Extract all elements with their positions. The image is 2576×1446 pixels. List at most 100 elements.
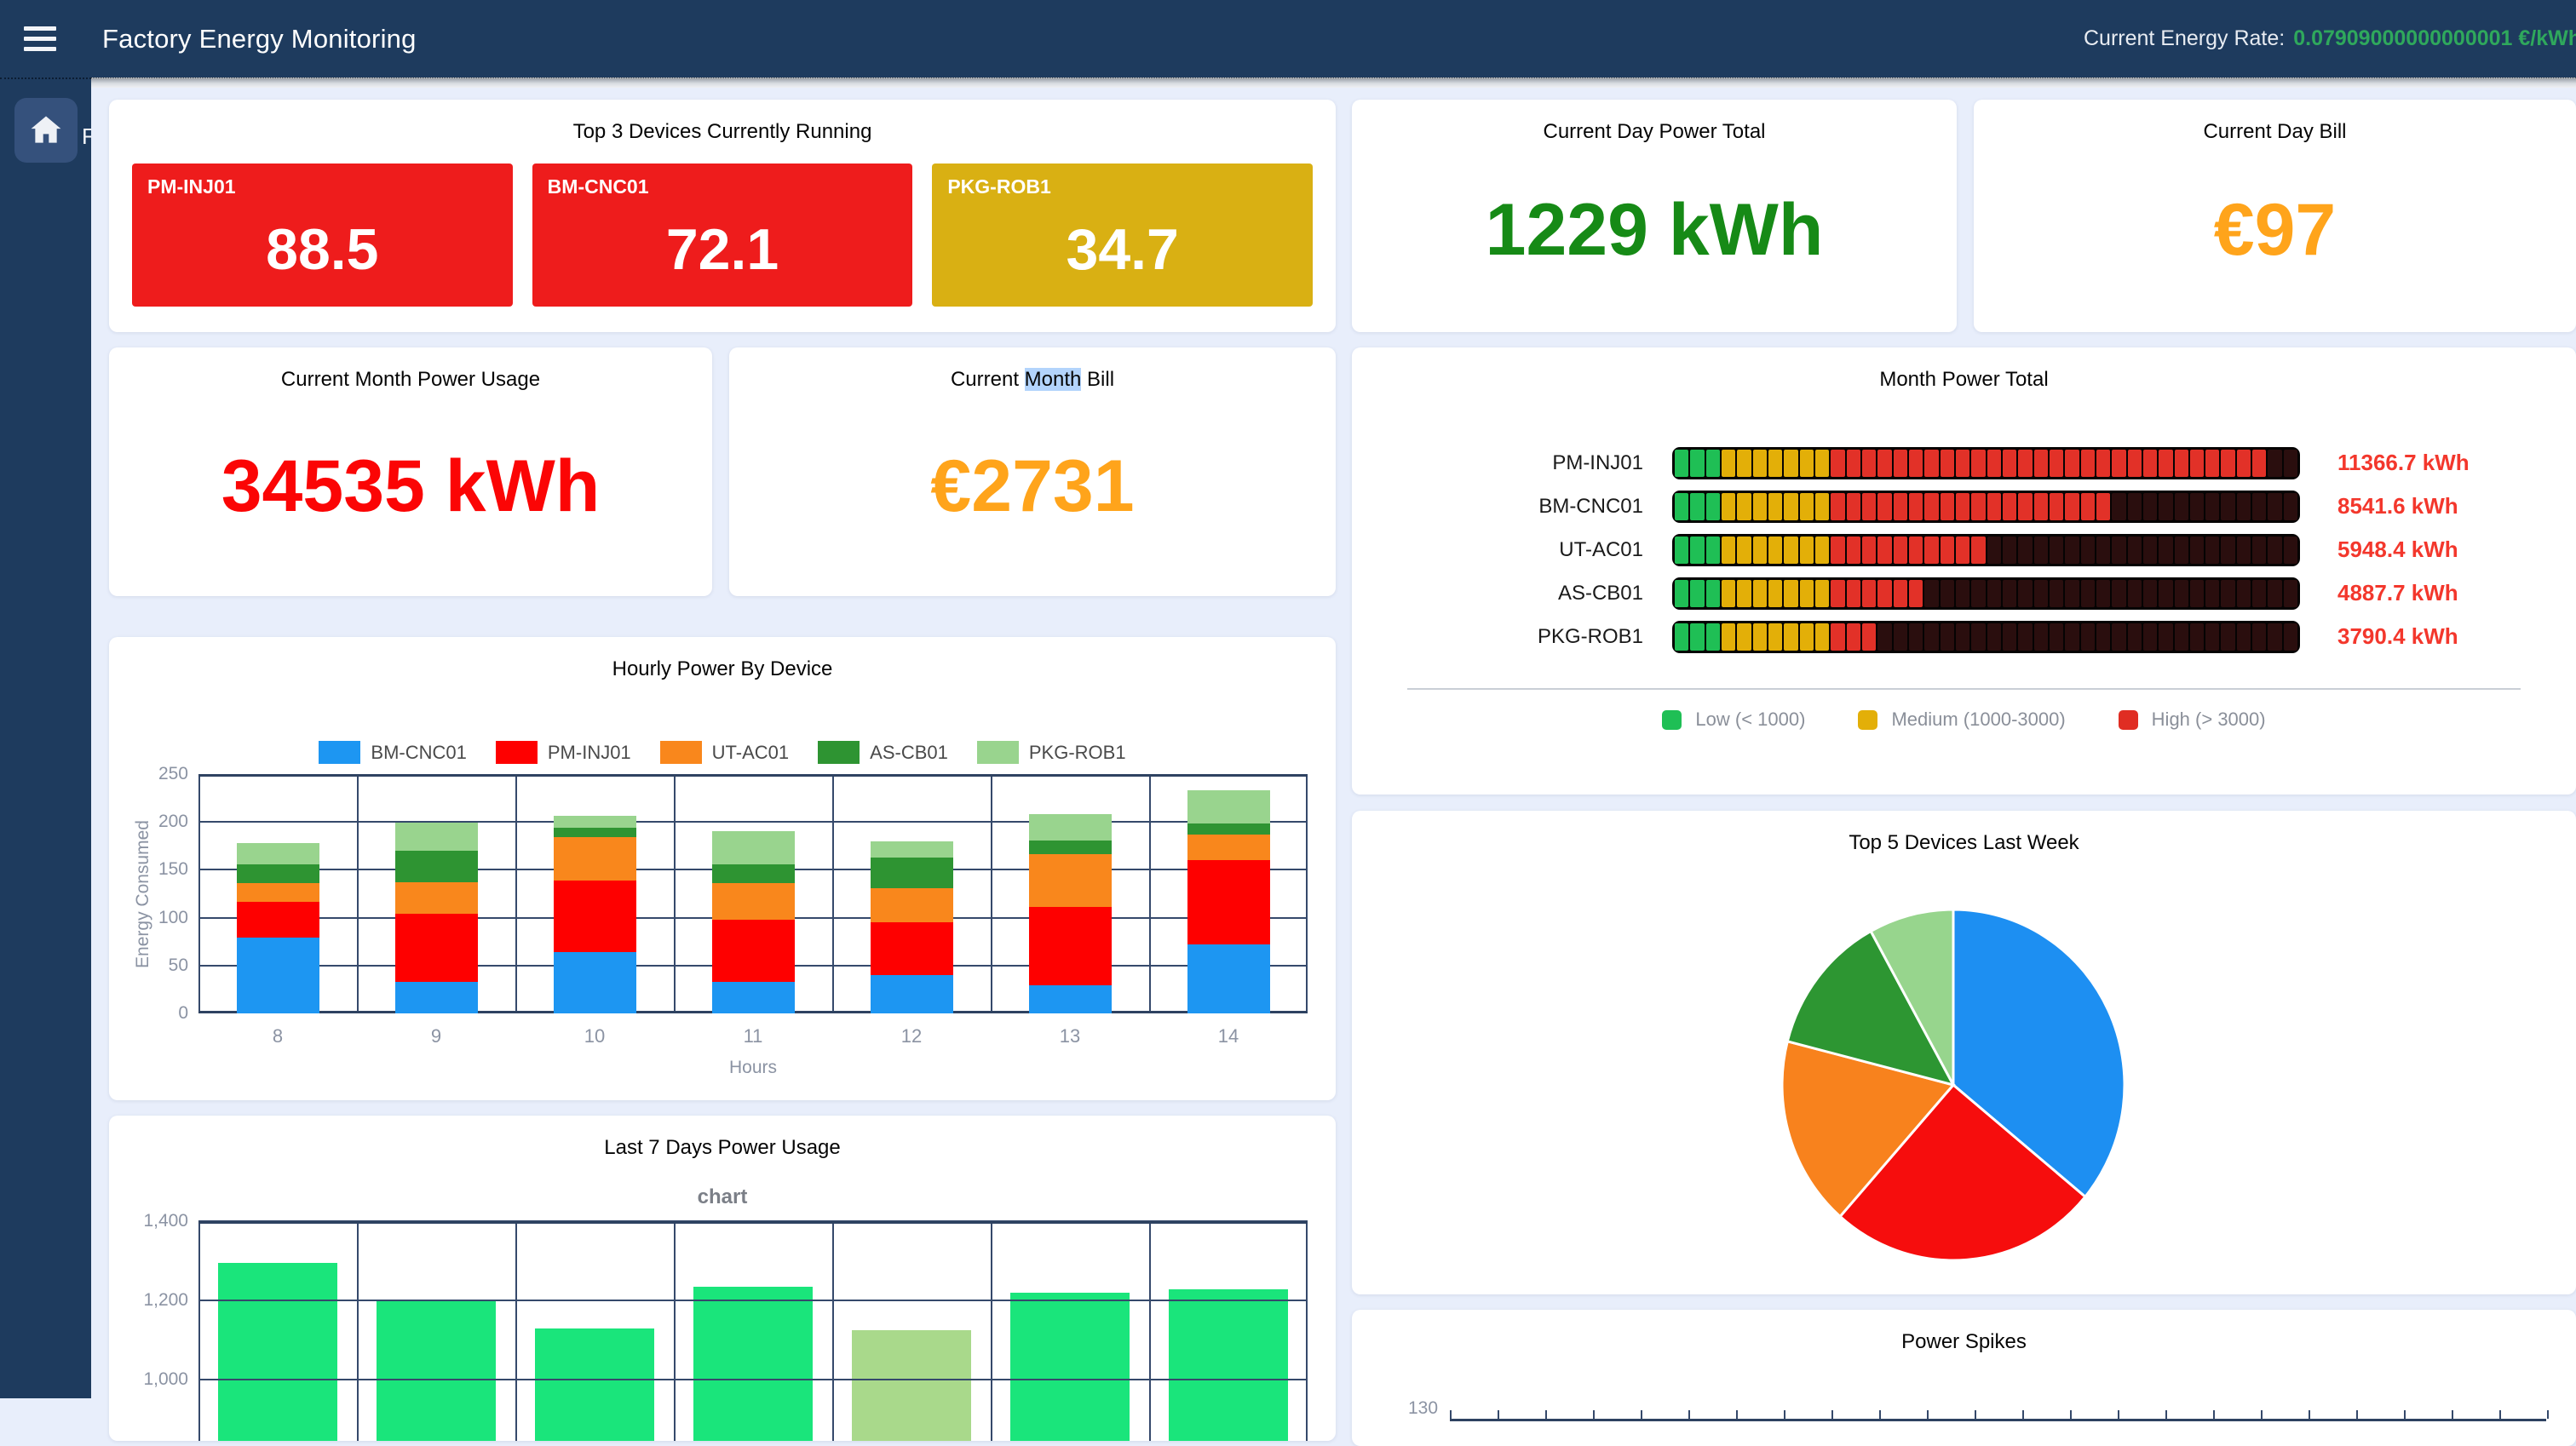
bar-segment [1675, 493, 1688, 520]
axis-tick [1593, 1410, 1595, 1419]
bar-segment [1831, 450, 1844, 477]
bar-segment [2159, 450, 2172, 477]
bar-segment [1941, 623, 1954, 651]
month-total-row: BM-CNC018541.6 kWh [1352, 485, 2576, 528]
bar-segment [1831, 493, 1844, 520]
bar-segment [1706, 493, 1720, 520]
gridline-h [198, 1379, 1308, 1380]
bar [535, 1328, 654, 1441]
y-tick-label: 250 [129, 764, 188, 784]
stacked-bar-segment [237, 902, 319, 938]
bar-segment [2159, 537, 2172, 564]
stacked-bar-segment [1029, 985, 1112, 1013]
bar-segment [2128, 493, 2142, 520]
axis-tick [1784, 1410, 1785, 1419]
month-bill-value: €2731 [729, 392, 1336, 596]
bar-segment [1894, 580, 1907, 607]
bar-segment [1784, 580, 1797, 607]
bar-segment [1690, 580, 1704, 607]
bar-segment [2268, 450, 2281, 477]
bar-segment [1768, 493, 1782, 520]
bar-segment [1971, 580, 1985, 607]
stacked-bar-segment [395, 982, 478, 1013]
bar [218, 1263, 337, 1441]
pie-chart [1352, 862, 2576, 1288]
stacked-bar-segment [237, 883, 319, 901]
bar-segment [1987, 450, 2001, 477]
bar-segment [2237, 623, 2251, 651]
horizontal-scrollbar[interactable] [91, 77, 2576, 88]
bar-segment [2128, 623, 2142, 651]
stacked-bar-segment [554, 816, 636, 827]
bar-segment [1815, 537, 1829, 564]
bar-segment [2096, 623, 2110, 651]
axis-tick [2165, 1410, 2167, 1419]
bar-segment [2190, 580, 2204, 607]
gridline-v [1149, 1221, 1151, 1441]
bar-segment [2018, 537, 2032, 564]
bar-segment [1971, 623, 1985, 651]
x-axis-title: Hours [198, 1058, 1308, 1078]
bar-segment [2268, 580, 2281, 607]
sidebar-item-home[interactable] [14, 98, 78, 163]
bar-segment [2065, 580, 2079, 607]
bar-segment [2081, 623, 2095, 651]
bar-segment [2221, 537, 2234, 564]
bar-segment [2268, 493, 2281, 520]
device-label: UT-AC01 [1352, 538, 1672, 562]
card-top3-devices: Top 3 Devices Currently Running PM-INJ01… [109, 100, 1336, 332]
gridline-v [832, 1221, 834, 1441]
axis-tick [1879, 1410, 1881, 1419]
bar-segment [1924, 623, 1938, 651]
energy-rate-value: 0.07909000000000001 €/kWh [2293, 26, 2576, 51]
bar-segment [2018, 623, 2032, 651]
bar-segment [1768, 537, 1782, 564]
bar-segment [2112, 537, 2125, 564]
bar-segment [2081, 493, 2095, 520]
bar-segment [1675, 623, 1688, 651]
bar-segment [2065, 493, 2079, 520]
axis-tick [1831, 1410, 1833, 1419]
bar-segment [1862, 450, 1876, 477]
bar-segment [1800, 580, 1814, 607]
bar-segment [2034, 623, 2048, 651]
bar-segment [2190, 537, 2204, 564]
bar-segment [2284, 450, 2297, 477]
bar-segment [2190, 450, 2204, 477]
gridline-v [1306, 774, 1308, 1013]
axis-tick [1545, 1410, 1547, 1419]
gridline-v [674, 1221, 676, 1441]
bar-segment [1847, 450, 1860, 477]
month-power-usage-value: 34535 kWh [109, 392, 712, 596]
bar-segment [1924, 450, 1938, 477]
bar-segment [1987, 623, 2001, 651]
stacked-bar-segment [554, 837, 636, 881]
legend-label: Medium (1000-3000) [1891, 709, 2065, 731]
stacked-bar-segment [1187, 944, 1270, 1013]
bar-segment [1722, 450, 1735, 477]
bar-segment [1924, 493, 1938, 520]
axis-tick [2452, 1410, 2453, 1419]
bar-segment [2018, 450, 2032, 477]
axis-tick [2022, 1410, 2024, 1419]
bar-segment [2221, 450, 2234, 477]
bar-segment [1956, 450, 1969, 477]
bar-segment [2081, 580, 2095, 607]
device-value: 88.5 [132, 192, 513, 307]
hamburger-menu-icon[interactable] [24, 22, 63, 56]
bar-segment [2252, 450, 2266, 477]
axis-tick [1927, 1410, 1929, 1419]
legend-label: Low (< 1000) [1695, 709, 1805, 731]
bar-segment [2050, 450, 2063, 477]
bar-segment [1815, 623, 1829, 651]
stacked-bar-segment [1029, 841, 1112, 855]
bar-segment [1847, 493, 1860, 520]
gridline-v [515, 774, 517, 1013]
legend-item: Medium (1000-3000) [1858, 709, 2065, 731]
device-kwh-value: 4887.7 kWh [2300, 580, 2576, 606]
bar-segment [1706, 580, 1720, 607]
bar-segment [1737, 623, 1751, 651]
bar-segment [2237, 493, 2251, 520]
bar-segment [2003, 493, 2016, 520]
month-total-legend: Low (< 1000)Medium (1000-3000)High (> 30… [1352, 709, 2576, 731]
